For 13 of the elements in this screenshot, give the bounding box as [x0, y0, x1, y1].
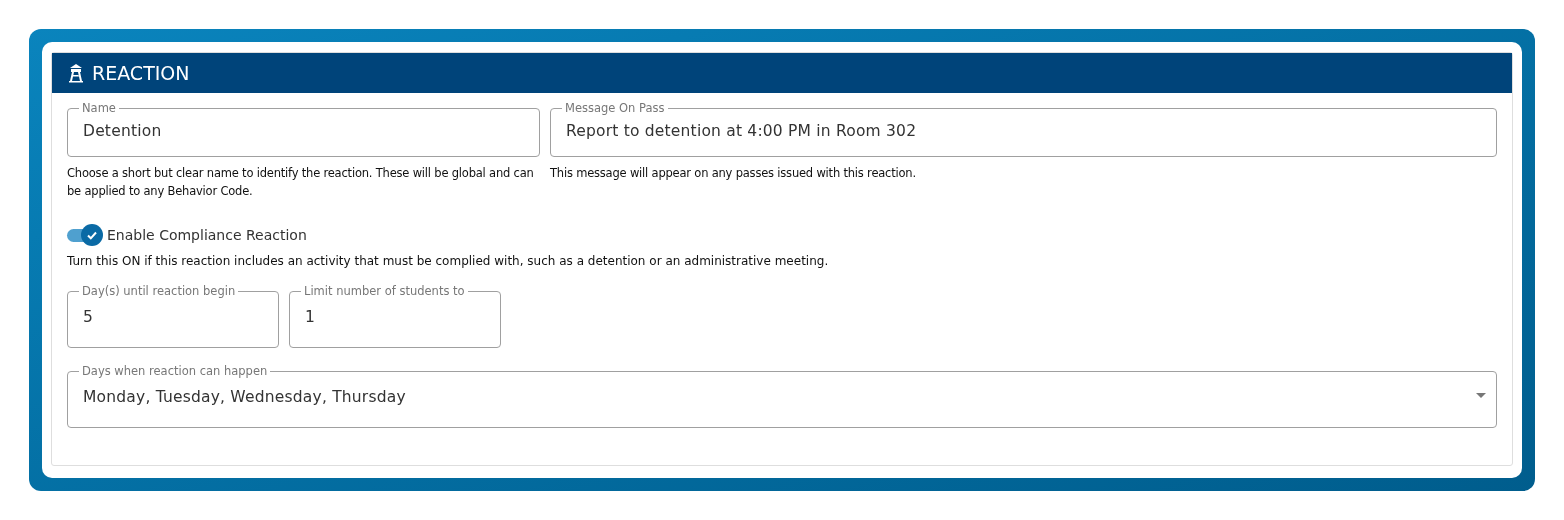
helper-text: Turn this ON if this reaction includes an activity that must be complied with, such as a detention or an administrative meeting. — [67, 253, 830, 270]
helper-text: This message will appear on any passes issued with this reaction. — [550, 165, 917, 182]
input-field[interactable]: Day(s) until reaction begin 5 — [67, 284, 279, 348]
caret-icon — [1476, 393, 1486, 398]
input-field[interactable]: Message On Pass Report to detention at 4:00 PM in Room 302 — [550, 101, 1497, 157]
select-field[interactable]: Days when reaction can happen Monday, Tuesday, Wednesday, Thursday — [67, 364, 1497, 428]
helper-text: Choose a short but clear name to identify the reaction. These will be global and can be applied to any Behavior Code. — [67, 165, 535, 200]
toggle-label: Enable Compliance Reaction — [107, 225, 307, 245]
compliance-toggle[interactable] — [67, 224, 103, 246]
panel-title: REACTION — [92, 63, 190, 83]
input-field[interactable]: Name Detention — [67, 101, 540, 157]
input-field[interactable]: Limit number of students to 1 — [289, 284, 501, 348]
watchtower-icon — [66, 63, 86, 83]
